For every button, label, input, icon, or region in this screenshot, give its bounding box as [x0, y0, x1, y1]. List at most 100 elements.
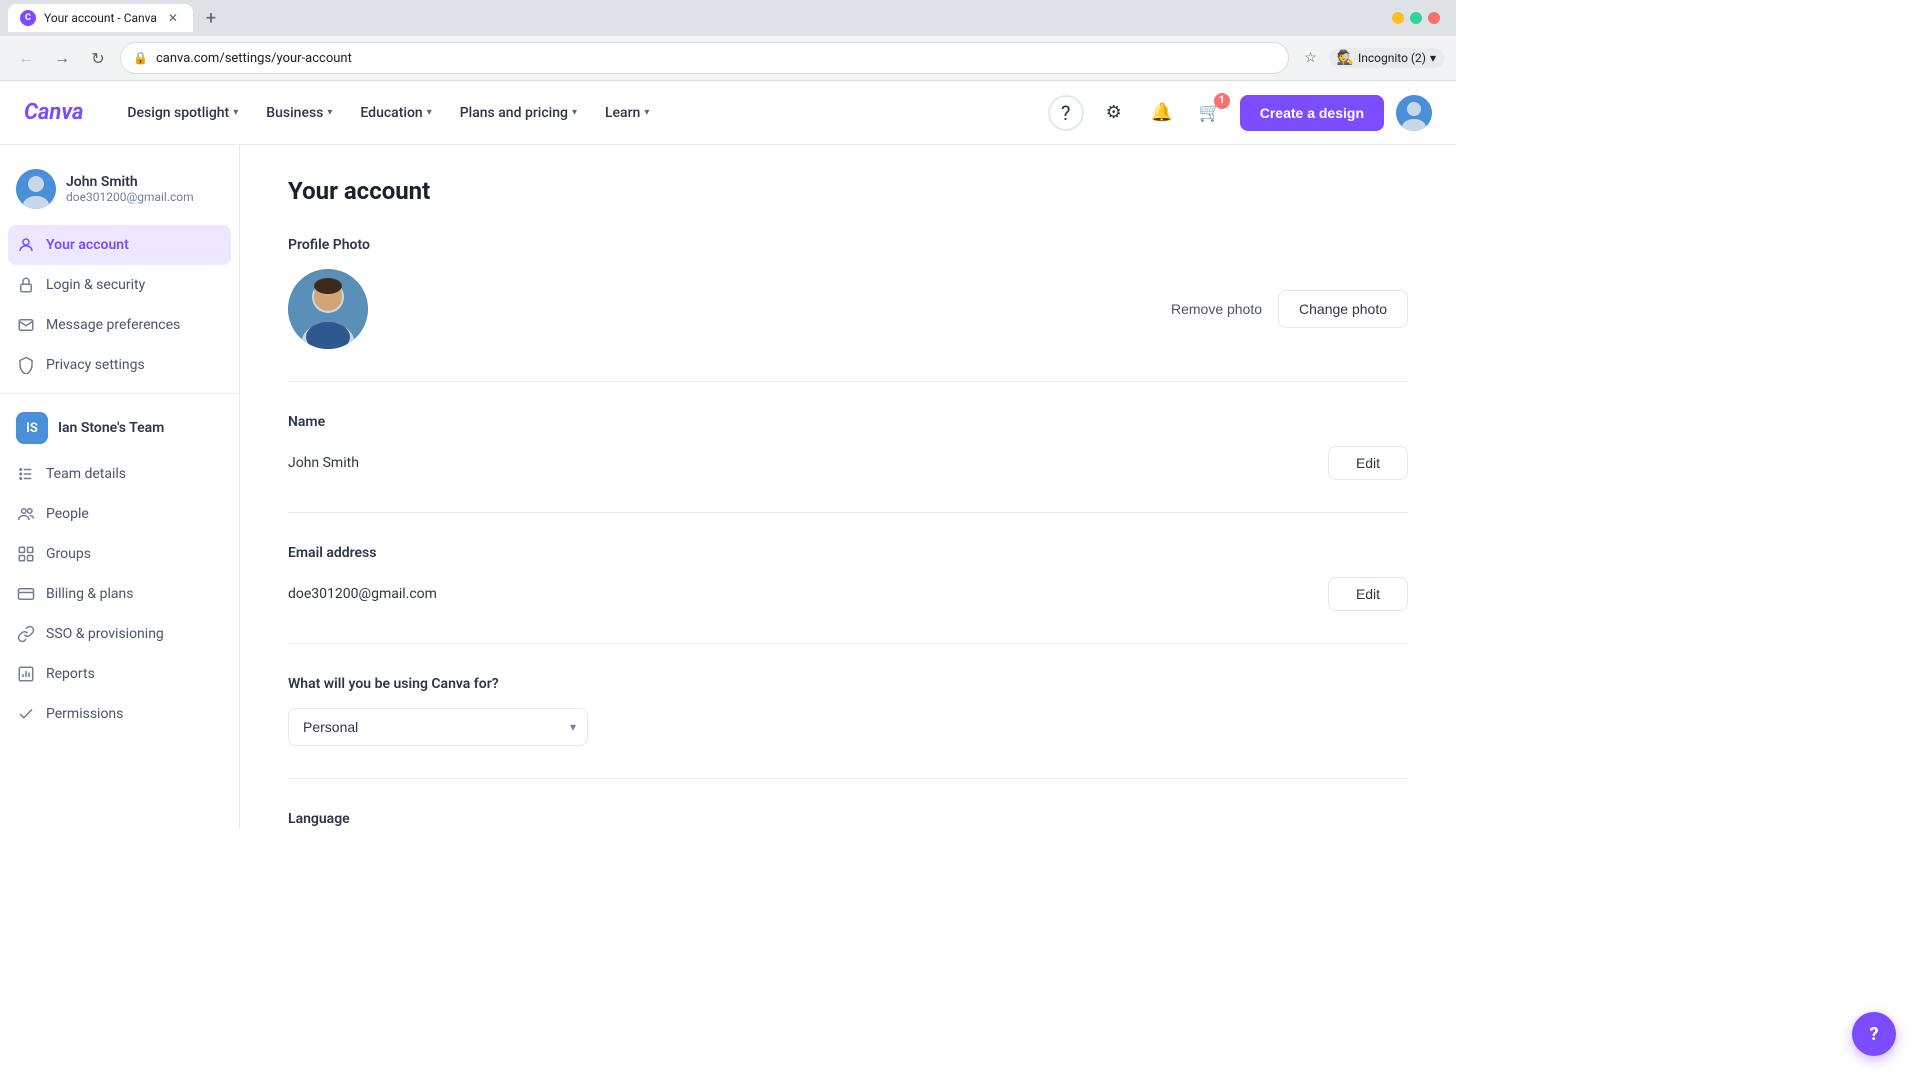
address-bar[interactable]: 🔒 canva.com/settings/your-account	[120, 42, 1289, 74]
create-design-btn[interactable]: Create a design	[1240, 95, 1384, 131]
incognito-chevron: ▾	[1430, 51, 1436, 65]
window-maximize-btn[interactable]	[1410, 12, 1422, 24]
sidebar-team-name: Ian Stone's Team	[58, 420, 164, 436]
name-field-row: John Smith Edit	[288, 446, 1408, 480]
sidebar-item-team-details-label: Team details	[46, 466, 126, 482]
toolbar-actions: ☆ 🕵 Incognito (2) ▾	[1297, 44, 1444, 72]
cart-badge: 1	[1214, 93, 1230, 109]
profile-photo-img	[288, 269, 368, 349]
new-tab-btn[interactable]: +	[197, 4, 225, 32]
sidebar-divider-1	[0, 393, 239, 394]
sidebar-item-message-preferences-label: Message preferences	[46, 317, 180, 333]
cart-btn[interactable]: 🛒 1	[1192, 95, 1228, 131]
canva-logo[interactable]: Canva	[24, 100, 83, 125]
sidebar-user-avatar	[16, 169, 56, 209]
url-text: canva.com/settings/your-account	[156, 51, 352, 66]
sidebar-item-privacy-settings-label: Privacy settings	[46, 357, 145, 373]
email-value: doe301200@gmail.com	[288, 586, 437, 602]
nav-learn[interactable]: Learn ▾	[593, 97, 661, 129]
nav-plans-pricing-label: Plans and pricing	[460, 105, 568, 121]
language-section: Language English (United Kingdom) Englis…	[288, 811, 1408, 829]
settings-btn[interactable]: ⚙	[1096, 95, 1132, 131]
sidebar-item-your-account[interactable]: Your account	[8, 225, 231, 265]
tab-title: Your account - Canva	[44, 11, 157, 25]
user-avatar-nav[interactable]	[1396, 95, 1432, 131]
sidebar-item-login-security-label: Login & security	[46, 277, 145, 293]
email-label: Email address	[288, 545, 1408, 561]
language-label: Language	[288, 811, 1408, 827]
sidebar-user-info: John Smith doe301200@gmail.com	[66, 174, 223, 204]
nav-plans-pricing[interactable]: Plans and pricing ▾	[448, 97, 589, 129]
nav-learn-label: Learn	[605, 105, 640, 121]
team-initials: IS	[26, 421, 38, 436]
email-section: Email address doe301200@gmail.com Edit	[288, 545, 1408, 644]
navbar-nav: Design spotlight ▾ Business ▾ Education …	[115, 97, 1047, 129]
sidebar-item-permissions-label: Permissions	[46, 706, 123, 722]
notifications-btn[interactable]: 🔔	[1144, 95, 1180, 131]
name-edit-btn[interactable]: Edit	[1328, 446, 1408, 480]
team-details-icon	[16, 464, 36, 484]
sidebar-item-message-preferences[interactable]: Message preferences	[0, 305, 239, 345]
remove-photo-btn[interactable]: Remove photo	[1171, 293, 1262, 325]
navbar-actions: ? ⚙ 🔔 🛒 1 Create a design	[1048, 95, 1432, 131]
sidebar-item-sso-provisioning-label: SSO & provisioning	[46, 626, 164, 642]
profile-photo-section: Profile Photo	[288, 237, 1408, 382]
reports-icon	[16, 664, 36, 684]
permissions-icon	[16, 704, 36, 724]
name-value: John Smith	[288, 455, 359, 471]
sidebar: John Smith doe301200@gmail.com Your acco…	[0, 145, 240, 829]
window-close-btn[interactable]	[1428, 12, 1440, 24]
sso-provisioning-icon	[16, 624, 36, 644]
sidebar-item-reports[interactable]: Reports	[0, 654, 239, 694]
lock-icon: 🔒	[133, 51, 148, 65]
nav-design-spotlight-label: Design spotlight	[127, 105, 229, 121]
groups-icon	[16, 544, 36, 564]
sidebar-team-header[interactable]: IS Ian Stone's Team	[0, 402, 239, 454]
sidebar-item-login-security[interactable]: Login & security	[0, 265, 239, 305]
window-minimize-btn[interactable]	[1392, 12, 1404, 24]
nav-business[interactable]: Business ▾	[254, 97, 344, 129]
help-btn[interactable]: ?	[1048, 95, 1084, 131]
back-btn[interactable]: ←	[12, 44, 40, 72]
main-area: John Smith doe301200@gmail.com Your acco…	[0, 145, 1456, 829]
incognito-label: Incognito (2)	[1358, 51, 1426, 65]
sidebar-item-team-details[interactable]: Team details	[0, 454, 239, 494]
browser-toolbar: ← → ↻ 🔒 canva.com/settings/your-account …	[0, 36, 1456, 80]
sidebar-item-privacy-settings[interactable]: Privacy settings	[0, 345, 239, 385]
sidebar-item-permissions[interactable]: Permissions	[0, 694, 239, 734]
usage-select-wrapper: Personal Business Education Non-profit ▾	[288, 708, 588, 746]
sidebar-item-people[interactable]: People	[0, 494, 239, 534]
usage-select[interactable]: Personal Business Education Non-profit	[288, 708, 588, 746]
sidebar-item-your-account-label: Your account	[46, 237, 129, 253]
window-controls	[1392, 12, 1448, 24]
nav-plans-pricing-chevron: ▾	[572, 107, 577, 118]
nav-design-spotlight-chevron: ▾	[233, 107, 238, 118]
nav-education-label: Education	[360, 105, 422, 121]
browser-tab[interactable]: C Your account - Canva ✕	[8, 4, 193, 32]
nav-education[interactable]: Education ▾	[348, 97, 443, 129]
sidebar-user[interactable]: John Smith doe301200@gmail.com	[0, 161, 239, 225]
forward-btn[interactable]: →	[48, 44, 76, 72]
email-field-row: doe301200@gmail.com Edit	[288, 577, 1408, 611]
incognito-badge[interactable]: 🕵 Incognito (2) ▾	[1329, 48, 1444, 68]
floating-help-btn[interactable]: ?	[1852, 1012, 1896, 1056]
profile-photo-actions: Remove photo Change photo	[1171, 290, 1408, 328]
nav-design-spotlight[interactable]: Design spotlight ▾	[115, 97, 250, 129]
main-content: Your account Profile Photo	[240, 145, 1456, 829]
nav-education-chevron: ▾	[427, 107, 432, 118]
sidebar-user-email: doe301200@gmail.com	[66, 190, 223, 204]
email-edit-btn[interactable]: Edit	[1328, 577, 1408, 611]
people-icon	[16, 504, 36, 524]
sidebar-item-sso-provisioning[interactable]: SSO & provisioning	[0, 614, 239, 654]
tab-close-btn[interactable]: ✕	[165, 10, 181, 26]
navbar: Canva Design spotlight ▾ Business ▾ Educ…	[0, 81, 1456, 145]
sidebar-item-billing-plans-label: Billing & plans	[46, 586, 133, 602]
change-photo-btn[interactable]: Change photo	[1278, 290, 1408, 328]
sidebar-item-groups[interactable]: Groups	[0, 534, 239, 574]
name-section: Name John Smith Edit	[288, 414, 1408, 513]
reload-btn[interactable]: ↻	[84, 44, 112, 72]
bookmark-btn[interactable]: ☆	[1297, 44, 1325, 72]
your-account-icon	[16, 235, 36, 255]
sidebar-item-billing-plans[interactable]: Billing & plans	[0, 574, 239, 614]
profile-photo-label: Profile Photo	[288, 237, 1408, 253]
